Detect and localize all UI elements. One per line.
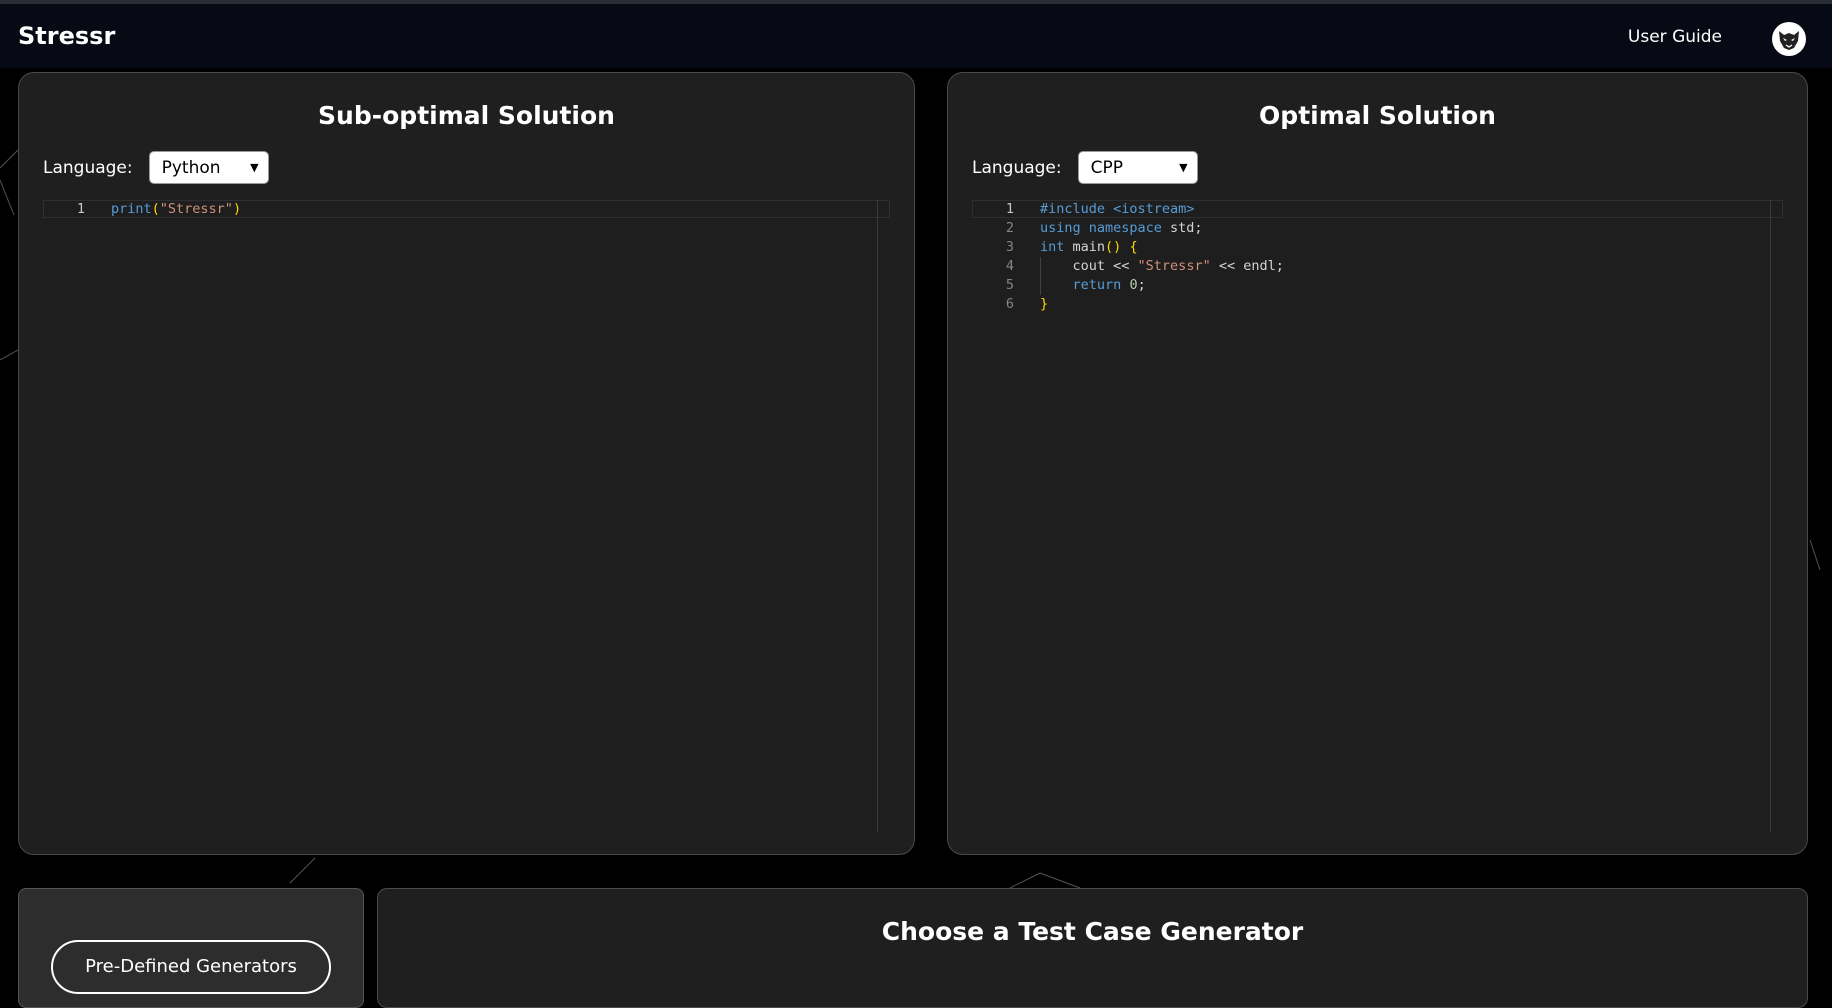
generator-sidebar: Pre-Defined Generators <box>18 888 364 1008</box>
line-number: 1 <box>76 201 85 217</box>
code-text: print("Stressr") <box>111 201 242 217</box>
panel-title: Optimal Solution <box>1259 101 1496 130</box>
language-select[interactable]: Python ▼ <box>148 151 269 184</box>
wolf-avatar-icon[interactable] <box>1772 22 1806 56</box>
language-label: Language: <box>972 157 1062 178</box>
language-select[interactable]: CPP ▼ <box>1077 151 1198 184</box>
language-row: Language: CPP ▼ <box>972 151 1198 184</box>
code-text: cout << "Stressr" << endl; <box>1040 258 1284 274</box>
top-navbar: Stressr User Guide <box>0 0 1832 68</box>
suboptimal-solution-panel: Sub-optimal Solution Language: Python ▼ … <box>18 72 915 855</box>
editor-scrollbar[interactable] <box>877 200 878 832</box>
predefined-generators-button[interactable]: Pre-Defined Generators <box>51 940 331 994</box>
code-text: #include <iostream> <box>1040 201 1195 217</box>
code-line: 2 using namespace std; <box>972 220 1783 239</box>
code-text: int main() { <box>1040 239 1138 255</box>
code-line: 5 return 0; <box>972 277 1783 296</box>
line-number: 3 <box>1005 239 1014 255</box>
optimal-solution-panel: Optimal Solution Language: CPP ▼ 1 #incl… <box>947 72 1808 855</box>
line-number: 6 <box>1005 296 1014 312</box>
user-guide-link[interactable]: User Guide <box>1628 27 1722 47</box>
code-editor[interactable]: 1 print("Stressr") <box>43 200 890 832</box>
code-line: 6 } <box>972 296 1783 315</box>
language-label: Language: <box>43 157 133 178</box>
chevron-down-icon: ▼ <box>250 161 259 174</box>
test-case-generator-panel: Choose a Test Case Generator <box>377 888 1808 1008</box>
code-line: 1 #include <iostream> <box>972 201 1783 220</box>
code-line: 1 print("Stressr") <box>43 201 890 220</box>
language-row: Language: Python ▼ <box>43 151 269 184</box>
language-selected-value: Python <box>161 157 221 178</box>
code-text: using namespace std; <box>1040 220 1203 236</box>
app-brand[interactable]: Stressr <box>18 22 115 50</box>
language-selected-value: CPP <box>1090 157 1123 178</box>
line-number: 5 <box>1005 277 1014 293</box>
chevron-down-icon: ▼ <box>1179 161 1188 174</box>
code-editor[interactable]: 1 #include <iostream> 2 using namespace … <box>972 200 1783 832</box>
line-number: 1 <box>1005 201 1014 217</box>
line-number: 2 <box>1005 220 1014 236</box>
line-number: 4 <box>1005 258 1014 274</box>
code-text: } <box>1040 296 1049 312</box>
code-text: return 0; <box>1072 277 1146 293</box>
panel-title: Sub-optimal Solution <box>318 101 615 130</box>
generator-title: Choose a Test Case Generator <box>881 917 1304 946</box>
code-line: 4 cout << "Stressr" << endl; <box>972 258 1783 277</box>
code-line: 3 int main() { <box>972 239 1783 258</box>
